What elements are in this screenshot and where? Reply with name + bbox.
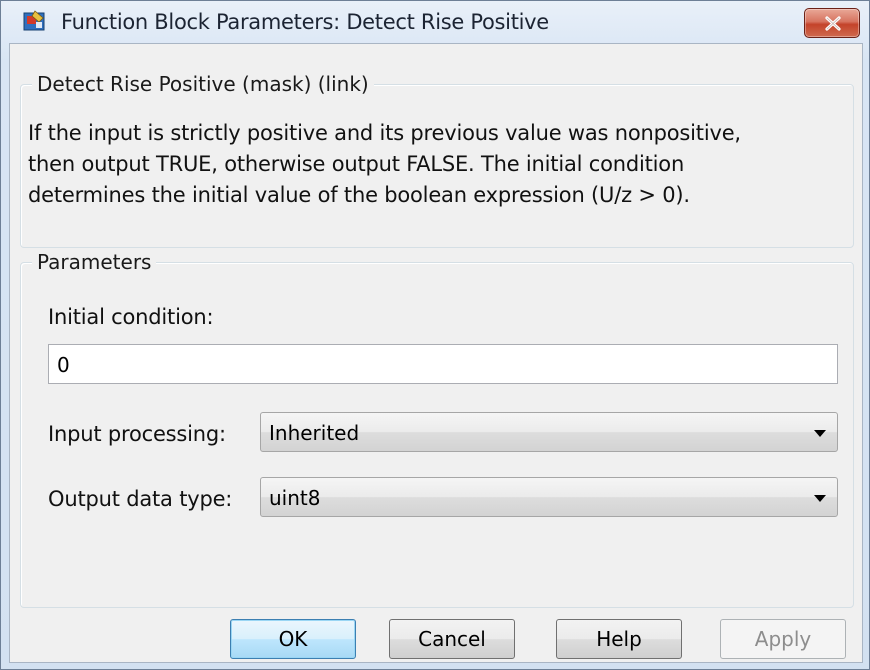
ok-button[interactable]: OK [230, 619, 356, 659]
help-button[interactable]: Help [556, 619, 682, 659]
description-line: determines the initial value of the bool… [28, 183, 690, 207]
initial-condition-label: Initial condition: [48, 305, 214, 329]
description-line: If the input is strictly positive and it… [28, 121, 741, 145]
dialog-content: Detect Rise Positive (mask) (link) If th… [9, 43, 863, 663]
dialog-window: Function Block Parameters: Detect Rise P… [0, 0, 870, 670]
close-icon [825, 16, 841, 31]
chevron-down-icon [814, 495, 826, 502]
title-bar[interactable]: Function Block Parameters: Detect Rise P… [1, 1, 869, 41]
parameters-group-title: Parameters [32, 250, 157, 274]
chevron-down-icon [814, 430, 826, 437]
window-title: Function Block Parameters: Detect Rise P… [61, 10, 549, 34]
simulink-block-icon [23, 10, 47, 32]
description-group-title: Detect Rise Positive (mask) (link) [32, 72, 374, 96]
output-data-type-value: uint8 [269, 486, 321, 510]
cancel-button[interactable]: Cancel [389, 619, 515, 659]
description-line: then output TRUE, otherwise output FALSE… [28, 152, 685, 176]
close-button[interactable] [804, 8, 860, 38]
output-data-type-dropdown[interactable]: uint8 [260, 477, 838, 517]
output-data-type-label: Output data type: [48, 487, 233, 511]
input-processing-value: Inherited [269, 421, 360, 445]
input-processing-label: Input processing: [48, 422, 226, 446]
description-text: If the input is strictly positive and it… [28, 118, 848, 211]
input-processing-dropdown[interactable]: Inherited [260, 412, 838, 452]
apply-button[interactable]: Apply [720, 619, 846, 659]
initial-condition-field[interactable]: 0 [48, 344, 838, 384]
